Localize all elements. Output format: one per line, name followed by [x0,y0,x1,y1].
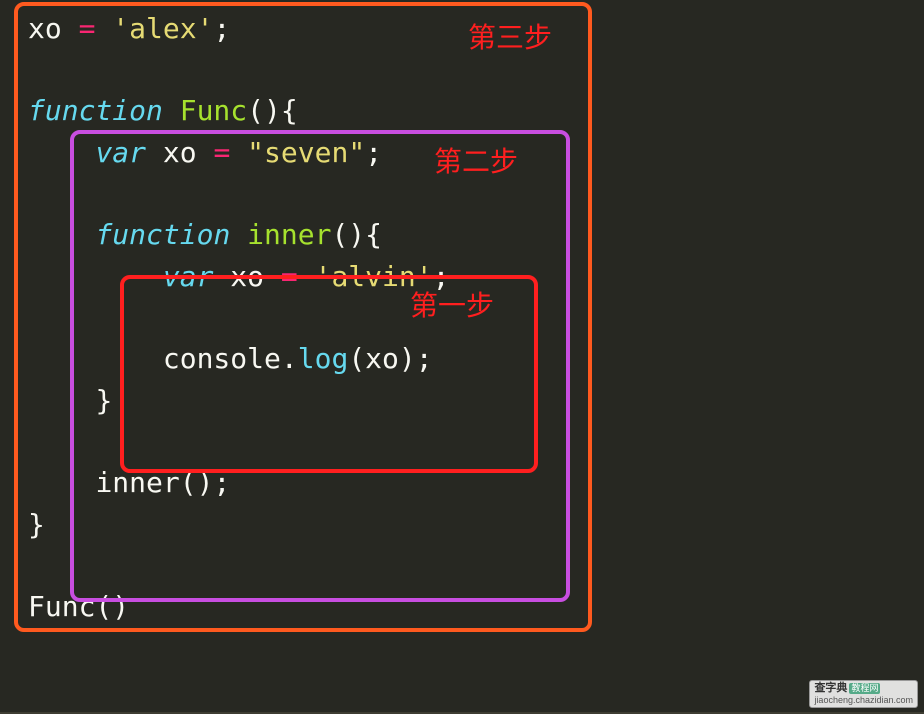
function-name: Func [180,94,247,127]
keyword-var: var [163,260,214,293]
step-label-1: 第一步 [410,284,494,324]
punctuation: ; [365,136,382,169]
function-name: inner [247,218,331,251]
code-line: console.log(xo); [28,338,924,379]
keyword-var: var [95,136,146,169]
code-line: inner(); [28,462,924,503]
identifier: xo [163,136,214,169]
function-call: inner(); [95,466,230,499]
string-literal: "seven" [247,136,365,169]
punctuation: ; [213,12,230,45]
identifier: xo [365,342,399,375]
watermark-site: 查字典 [814,682,847,695]
operator: = [79,12,113,45]
function-call: Func() [28,590,129,623]
method-call: log [298,342,349,375]
code-line: function Func(){ [28,90,924,131]
keyword-function: function [28,94,163,127]
watermark-url: jiaocheng.chazidian.com [814,695,913,706]
code-line: } [28,380,924,421]
punctuation: ); [399,342,433,375]
watermark: 查字典 教程网 jiaocheng.chazidian.com [809,680,918,708]
step-label-3: 第三步 [468,16,552,56]
watermark-tutorial: 教程网 [849,683,880,694]
identifier: xo [28,12,79,45]
step-label-2: 第二步 [434,140,518,180]
code-line [28,545,924,586]
punctuation: } [95,384,112,417]
code-line [28,421,924,462]
identifier: xo [230,260,281,293]
operator: = [281,260,315,293]
code-line: } [28,504,924,545]
code-line: Func() [28,586,924,627]
code-line: function inner(){ [28,214,924,255]
punctuation: . [281,342,298,375]
identifier: console [163,342,281,375]
punctuation: (){ [247,94,298,127]
punctuation: } [28,508,45,541]
punctuation: (){ [331,218,382,251]
operator: = [213,136,247,169]
keyword-function: function [95,218,230,251]
string-literal: 'alex' [112,12,213,45]
punctuation: ( [348,342,365,375]
